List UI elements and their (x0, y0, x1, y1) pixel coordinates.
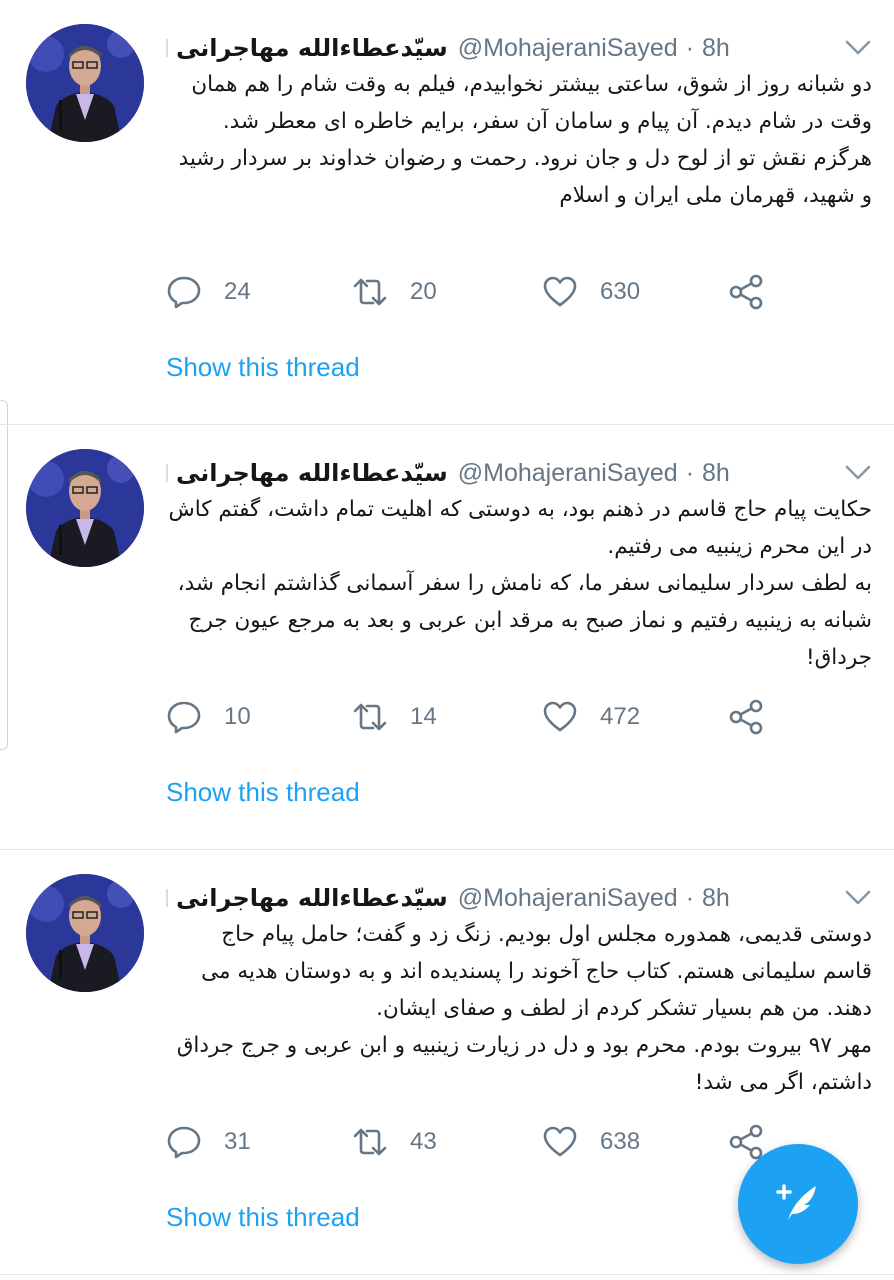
chevron-down-icon[interactable] (844, 38, 872, 58)
retweet-count: 14 (410, 703, 437, 730)
reply-count: 10 (224, 703, 251, 730)
flag-iran-icon (166, 39, 168, 57)
like-count: 630 (600, 278, 641, 305)
like-button[interactable]: 630 (542, 268, 640, 316)
like-count: 638 (600, 1128, 641, 1155)
author-handle[interactable]: @MohajeraniSayed (458, 459, 678, 488)
tweet-header: سیّدعطاءالله مهاجرانی @MohajeraniSayed ·… (166, 30, 730, 66)
separator-dot: · (685, 883, 695, 912)
chevron-down-icon[interactable] (844, 888, 872, 908)
like-icon (542, 274, 578, 310)
reply-icon (166, 274, 202, 310)
tweet-header: سیّدعطاءالله مهاجرانی @MohajeraniSayed ·… (166, 455, 730, 491)
compose-tweet-button[interactable] (738, 1144, 858, 1264)
retweet-button[interactable]: 14 (352, 693, 437, 741)
like-button[interactable]: 472 (542, 693, 640, 741)
retweet-count: 20 (410, 278, 437, 305)
tweet-text: حکایت پیام حاج قاسم در ذهنم بود، به دوست… (168, 497, 872, 670)
reply-count: 24 (224, 278, 251, 305)
tweet-text: دو شبانه روز از شوق، ساعتی بیشتر نخوابید… (178, 72, 872, 208)
author-name[interactable]: سیّدعطاءالله مهاجرانی (176, 884, 448, 912)
tweet-actions: 31 43 638 (166, 1118, 786, 1166)
compose-tweet-icon (770, 1174, 826, 1234)
like-count: 472 (600, 703, 641, 730)
avatar[interactable] (26, 449, 144, 567)
reply-count: 31 (224, 1128, 251, 1155)
like-icon (542, 1124, 578, 1160)
tweet-header: سیّدعطاءالله مهاجرانی @MohajeraniSayed ·… (166, 880, 730, 916)
chevron-down-icon[interactable] (844, 463, 872, 483)
tweet-time[interactable]: 8h (702, 459, 730, 488)
author-handle[interactable]: @MohajeraniSayed (458, 34, 678, 63)
tweet-text: دوستی قدیمی، همدوره مجلس اول بودیم. زنگ … (176, 922, 872, 1095)
retweet-icon (352, 1124, 388, 1160)
like-icon (542, 699, 578, 735)
separator-dot: · (685, 33, 695, 62)
reply-button[interactable]: 31 (166, 1118, 251, 1166)
reply-icon (166, 1124, 202, 1160)
reply-button[interactable]: 10 (166, 693, 251, 741)
retweet-count: 43 (410, 1128, 437, 1155)
reply-icon (166, 699, 202, 735)
tweet-time[interactable]: 8h (702, 34, 730, 63)
flag-iran-icon (166, 889, 168, 907)
timeline-feed: سیّدعطاءالله مهاجرانی @MohajeraniSayed ·… (0, 0, 894, 1280)
avatar[interactable] (26, 24, 144, 142)
reply-button[interactable]: 24 (166, 268, 251, 316)
retweet-button[interactable]: 20 (352, 268, 437, 316)
flag-iran-icon (166, 464, 168, 482)
like-button[interactable]: 638 (542, 1118, 640, 1166)
tweet-actions: 24 20 630 (166, 268, 786, 316)
show-thread-link[interactable]: Show this thread (166, 1202, 360, 1233)
retweet-icon (352, 274, 388, 310)
separator-dot: · (685, 458, 695, 487)
tweet[interactable]: سیّدعطاءالله مهاجرانی @MohajeraniSayed ·… (0, 425, 894, 849)
author-name[interactable]: سیّدعطاءالله مهاجرانی (176, 34, 448, 62)
share-button[interactable] (728, 693, 764, 741)
divider (0, 1274, 894, 1275)
author-name[interactable]: سیّدعطاءالله مهاجرانی (176, 459, 448, 487)
share-icon (728, 1124, 764, 1160)
avatar[interactable] (26, 874, 144, 992)
tweet-actions: 10 14 472 (166, 693, 786, 741)
tweet[interactable]: سیّدعطاءالله مهاجرانی @MohajeraniSayed ·… (0, 0, 894, 424)
retweet-icon (352, 699, 388, 735)
show-thread-link[interactable]: Show this thread (166, 777, 360, 808)
share-button[interactable] (728, 268, 764, 316)
author-handle[interactable]: @MohajeraniSayed (458, 884, 678, 913)
show-thread-link[interactable]: Show this thread (166, 352, 360, 383)
share-icon (728, 699, 764, 735)
share-icon (728, 274, 764, 310)
retweet-button[interactable]: 43 (352, 1118, 437, 1166)
tweet-time[interactable]: 8h (702, 884, 730, 913)
